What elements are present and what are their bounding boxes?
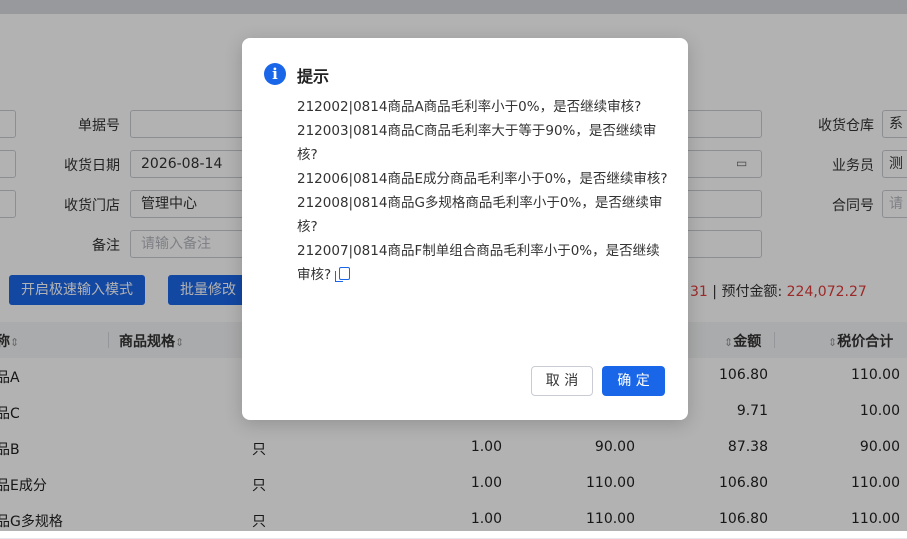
cancel-button[interactable]: 取 消 — [531, 366, 593, 396]
copy-icon[interactable] — [335, 267, 351, 282]
dialog-message-last: 212007|0814商品F制单组合商品毛利率小于0%，是否继续审核? — [297, 239, 669, 287]
info-icon: i — [264, 63, 286, 85]
dialog-message: 212002|0814商品A商品毛利率小于0%，是否继续审核? — [297, 99, 642, 115]
dialog-message: 212008|0814商品G多规格商品毛利率小于0%，是否继续审核? — [297, 195, 663, 235]
dialog-message: 212007|0814商品F制单组合商品毛利率小于0%，是否继续审核? — [297, 243, 660, 283]
dialog-messages: 212002|0814商品A商品毛利率小于0%，是否继续审核? 212003|0… — [297, 95, 669, 287]
dialog-message: 212006|0814商品E成分商品毛利率小于0%，是否继续审核? — [297, 171, 668, 187]
confirm-dialog: i 提示 212002|0814商品A商品毛利率小于0%，是否继续审核? 212… — [242, 38, 688, 420]
confirm-button[interactable]: 确 定 — [602, 366, 665, 396]
dialog-title: 提示 — [297, 67, 330, 86]
dialog-message: 212003|0814商品C商品毛利率大于等于90%，是否继续审核? — [297, 123, 657, 163]
